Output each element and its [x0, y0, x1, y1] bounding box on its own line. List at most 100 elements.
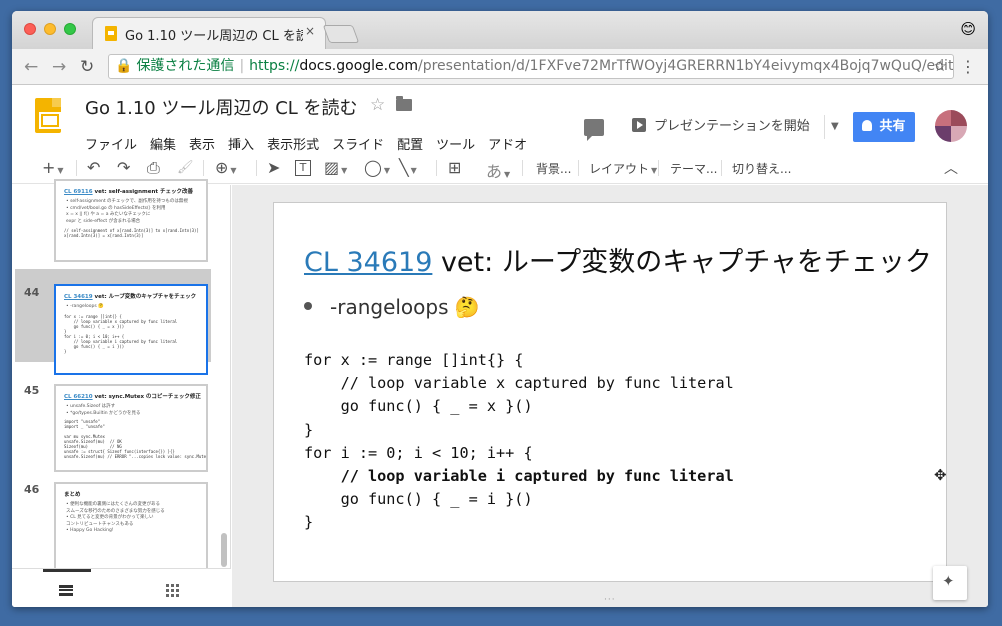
thumb-title: CL 69116 vet: self-assignment チェック改善: [64, 189, 193, 195]
slide-number-44: 44: [24, 286, 40, 299]
theme-button[interactable]: テーマ...: [670, 160, 717, 177]
slide-number-45: 45: [24, 384, 40, 397]
redo-icon[interactable]: ↷: [117, 158, 130, 177]
menu-insert[interactable]: 挿入: [228, 134, 254, 153]
minimize-window-button[interactable]: [44, 23, 56, 35]
thumb-title: まとめ: [64, 492, 81, 498]
view-switcher: [12, 568, 231, 607]
code-line: for x := range []int{} {: [304, 351, 524, 369]
code-line: for i := 0; i < 10; i++ {: [304, 443, 533, 462]
present-dropdown-icon[interactable]: ▼: [824, 115, 839, 139]
tab-close-icon[interactable]: ×: [305, 24, 315, 38]
grid-view-icon[interactable]: [166, 584, 179, 597]
menu-tools[interactable]: ツール: [436, 134, 475, 153]
code-line: // loop variable i captured by func lite…: [304, 467, 734, 486]
browser-window: Go 1.10 ツール周辺の CL を読む × 😊 ← → ↻ 🔒 保護された通信…: [12, 11, 988, 607]
close-window-button[interactable]: [24, 23, 36, 35]
slide-canvas: CL 34619 vet: ループ変数のキャプチャをチェック -rangeloo…: [232, 185, 988, 607]
explore-button[interactable]: [933, 566, 967, 600]
browser-menu-icon[interactable]: ⋮: [960, 57, 976, 76]
slides-logo-icon[interactable]: [35, 98, 61, 133]
menu-edit[interactable]: 編集: [150, 134, 176, 153]
select-icon[interactable]: ➤: [267, 158, 280, 177]
present-button[interactable]: プレゼンテーションを開始: [632, 113, 810, 141]
document-title[interactable]: Go 1.10 ツール周辺の CL を読む: [85, 94, 358, 120]
docs-header: Go 1.10 ツール周辺の CL を読む ☆ ファイル 編集 表示 挿入 表示…: [12, 85, 988, 157]
slides-favicon-icon: [105, 26, 117, 41]
thumb-title: CL 66210 vet: sync.Mutex のコピーチェック修正: [64, 394, 201, 400]
bookmark-star-icon[interactable]: ☆: [934, 55, 947, 78]
secure-label: 保護された通信: [136, 58, 235, 74]
code-line: }: [304, 420, 314, 439]
slide-thumbnail-44[interactable]: CL 34619 vet: ループ変数のキャプチャをチェック • -rangel…: [54, 284, 208, 375]
menu-format[interactable]: 表示形式: [267, 134, 319, 153]
slide-thumbnail-45[interactable]: CL 66210 vet: sync.Mutex のコピーチェック修正 • un…: [54, 384, 208, 472]
folder-icon[interactable]: [396, 96, 412, 111]
filmstrip-view-icon[interactable]: [59, 585, 73, 596]
print-icon[interactable]: ⎙: [147, 158, 160, 178]
line-icon[interactable]: ╲ ▼: [399, 158, 417, 177]
current-slide[interactable]: CL 34619 vet: ループ変数のキャプチャをチェック -rangeloo…: [273, 202, 947, 582]
add-comment-icon[interactable]: ⊞: [448, 158, 461, 177]
present-label: プレゼンテーションを開始: [654, 119, 810, 134]
slide-code-block[interactable]: for x := range []int{} { // loop variabl…: [304, 349, 734, 535]
forward-icon[interactable]: →: [52, 57, 66, 77]
input-tools-icon[interactable]: あ ▼: [486, 158, 510, 182]
url-scheme: https://: [249, 58, 300, 74]
transition-button[interactable]: 切り替え...: [732, 160, 791, 177]
code-line: go func() { _ = x }(): [304, 397, 533, 416]
thumb-title: CL 34619 vet: ループ変数のキャプチャをチェック: [64, 294, 197, 300]
move-cursor-icon: ✥: [934, 466, 947, 484]
browser-tab[interactable]: Go 1.10 ツール周辺の CL を読む ×: [92, 17, 326, 49]
slide-thumbnail-46[interactable]: まとめ • 便利な機能の裏側にはたくさんの変更がある スムーズな移行のためのさま…: [54, 482, 208, 571]
menu-view[interactable]: 表示: [189, 134, 215, 153]
menu-bar: ファイル 編集 表示 挿入 表示形式 スライド 配置 ツール アドオ: [85, 134, 540, 153]
menu-file[interactable]: ファイル: [85, 134, 137, 153]
code-line: go func() { _ = i }(): [304, 490, 533, 509]
collapse-toolbar-icon[interactable]: ︿: [944, 158, 958, 178]
star-icon[interactable]: ☆: [370, 95, 385, 115]
shape-icon[interactable]: ◯ ▼: [364, 158, 390, 177]
filmstrip-scrollbar[interactable]: [221, 533, 227, 567]
menu-addons[interactable]: アドオ: [488, 134, 527, 153]
menu-arrange[interactable]: 配置: [397, 134, 423, 153]
slide-filmstrip: CL 69116 vet: self-assignment チェック改善 • s…: [12, 179, 231, 607]
share-label: 共有: [879, 119, 906, 134]
profile-icon[interactable]: 😊: [960, 20, 976, 38]
zoom-icon[interactable]: ⊕ ▼: [215, 158, 237, 177]
address-bar: ← → ↻ 🔒 保護された通信 | https://docs.google.com/p…: [12, 49, 988, 85]
code-line: // loop variable x captured by func lite…: [304, 374, 734, 393]
person-icon: [862, 120, 873, 131]
play-icon: [632, 118, 646, 132]
image-icon[interactable]: ▨ ▼: [324, 158, 347, 177]
avatar[interactable]: [935, 110, 967, 142]
bullet-dot-icon: [304, 302, 312, 310]
reload-icon[interactable]: ↻: [80, 57, 94, 77]
textbox-icon[interactable]: T: [295, 160, 311, 176]
comments-icon[interactable]: [584, 119, 604, 141]
new-tab-button[interactable]: [322, 25, 360, 43]
undo-icon[interactable]: ↶: [87, 158, 100, 177]
tab-title: Go 1.10 ツール周辺の CL を読む: [125, 29, 303, 44]
share-button[interactable]: 共有: [853, 112, 915, 142]
slide-number-46: 46: [24, 483, 40, 496]
cl-link[interactable]: CL 34619: [304, 247, 432, 278]
code-line: }: [304, 513, 314, 532]
menu-slide[interactable]: スライド: [332, 134, 384, 153]
back-icon[interactable]: ←: [24, 57, 38, 77]
background-button[interactable]: 背景...: [536, 160, 571, 177]
title-bar: Go 1.10 ツール周辺の CL を読む × 😊: [12, 11, 988, 49]
active-view-indicator: [43, 569, 91, 572]
layout-button[interactable]: レイアウト ▼: [589, 160, 657, 177]
speaker-notes-resize-handle[interactable]: ···: [604, 595, 616, 605]
lock-icon: 🔒: [115, 58, 133, 74]
url-path: /presentation/d/1FXFve72MrTfWOyj4GRERRN1…: [418, 58, 954, 74]
new-slide-icon[interactable]: + ▼: [42, 158, 64, 177]
slide-title[interactable]: CL 34619 vet: ループ変数のキャプチャをチェック: [304, 240, 932, 279]
slide-thumbnail-43[interactable]: CL 69116 vet: self-assignment チェック改善 • s…: [54, 179, 208, 262]
zoom-window-button[interactable]: [64, 23, 76, 35]
url-host: docs.google.com: [299, 58, 418, 74]
paint-format-icon[interactable]: 🖌: [177, 160, 194, 175]
slide-bullet[interactable]: -rangeloops 🤔: [304, 295, 480, 319]
url-field[interactable]: 🔒 保護された通信 | https://docs.google.com/present…: [108, 54, 954, 79]
